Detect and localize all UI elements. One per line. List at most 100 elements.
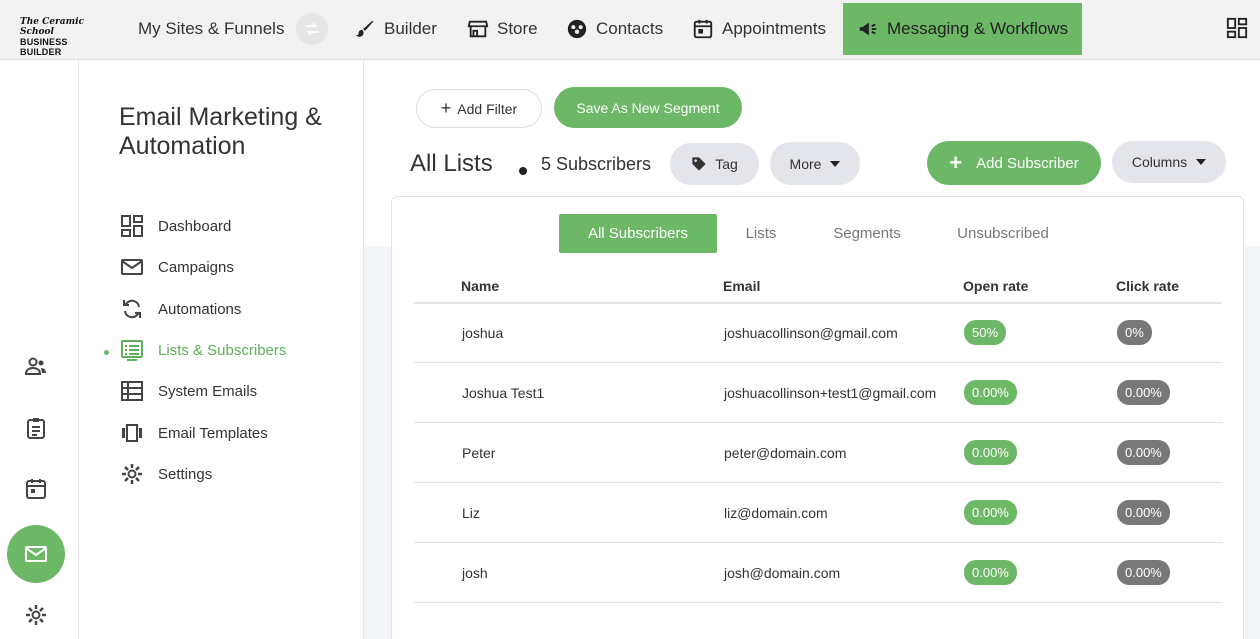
column-header-open-rate[interactable]: Open rate [963,278,1028,294]
table-row[interactable]: joshua joshuacollinson@gmail.com 50% 0% [414,303,1222,363]
clipboard-icon[interactable] [24,416,48,440]
click-rate-cell: 0.00% [1117,543,1170,602]
subscriber-name[interactable]: Liz [462,483,480,542]
click-rate-cell: 0.00% [1117,363,1170,422]
tab-lists[interactable]: Lists [729,214,793,253]
email-marketing-sidebar: Email Marketing & Automation Dashboard C… [80,60,364,639]
icon-rail [0,60,79,639]
open-rate-cell: 0.00% [964,423,1017,482]
envelope-icon [121,259,143,275]
logo-subtext: BUSINESS BUILDER [20,37,68,57]
open-rate-cell: 0.00% [964,363,1017,422]
click-rate-badge: 0.00% [1117,380,1170,405]
sidebar-item-dashboard[interactable]: Dashboard [120,213,231,239]
table-row[interactable]: Peter peter@domain.com 0.00% 0.00% [414,423,1222,483]
list-icon [121,340,143,361]
add-filter-label: Add Filter [457,100,518,117]
nav-messaging-label: Messaging & Workflows [887,19,1069,38]
add-filter-button[interactable]: + Add Filter [416,89,542,128]
brand-logo[interactable]: The Ceramic School BUSINESS BUILDER [20,17,100,57]
subscriber-email: peter@domain.com [724,444,847,461]
swap-arrows-icon [305,22,320,36]
tag-button[interactable]: Tag [670,143,759,185]
users-circle-icon [567,19,587,39]
chevron-down-icon [830,160,841,167]
sidebar-item-label: Settings [158,465,213,483]
subscriber-email: josh@domain.com [724,564,841,581]
main-content: + Add Filter Save As New Segment All Lis… [364,60,1260,639]
sidebar-item-lists-subscribers[interactable]: Lists & Subscribers [120,337,286,363]
click-rate-badge: 0.00% [1117,440,1170,465]
tab-all-subscribers[interactable]: All Subscribers [559,214,717,253]
sidebar-item-label: Automations [158,300,242,318]
click-rate-cell: 0.00% [1117,483,1170,542]
calendar-icon [693,19,713,39]
nav-contacts-label: Contacts [596,19,664,38]
open-rate-cell: 50% [964,303,1007,362]
more-label: More [789,155,822,172]
tab-segments[interactable]: Segments [822,214,912,253]
sync-icon [123,299,141,319]
paintbrush-icon [355,20,374,37]
active-indicator-dot [104,350,109,355]
table-row[interactable]: josh josh@domain.com 0.00% 0.00% [414,543,1222,603]
subscribers-card: All Subscribers Lists Segments Unsubscri… [391,196,1244,639]
dashboard-grid-icon[interactable] [1226,17,1248,39]
subscriber-name[interactable]: josh [462,543,488,602]
subscriber-name[interactable]: joshua [462,303,503,362]
nav-store[interactable]: Store [467,3,538,55]
dashboard-icon [121,215,143,237]
click-rate-cell: 0.00% [1117,423,1170,482]
calendar-rail-icon[interactable] [24,477,48,501]
sidebar-item-automations[interactable]: Automations [120,296,241,322]
click-rate-badge: 0.00% [1117,500,1170,525]
column-header-email[interactable]: Email [723,278,760,294]
subscriber-email: joshuacollinson@gmail.com [724,324,898,341]
column-header-click-rate[interactable]: Click rate [1116,278,1179,294]
sidebar-item-campaigns[interactable]: Campaigns [120,254,234,280]
logo-script-text: The Ceramic School [20,17,84,37]
tab-unsubscribed[interactable]: Unsubscribed [948,214,1058,253]
save-segment-button[interactable]: Save As New Segment [554,87,742,128]
store-icon [467,20,489,38]
sidebar-item-label: Campaigns [158,258,234,276]
gear-rail-icon[interactable] [24,603,48,627]
nav-builder[interactable]: Builder [354,3,437,55]
carousel-icon [122,424,142,442]
plus-icon: + [440,98,452,118]
top-navigation-bar: The Ceramic School BUSINESS BUILDER My S… [0,0,1260,60]
table-row[interactable]: Joshua Test1 joshuacollinson+test1@gmail… [414,363,1222,423]
users-icon[interactable] [24,354,48,378]
subscriber-name[interactable]: Joshua Test1 [462,363,544,422]
email-rail-button[interactable] [7,525,65,583]
table-list-icon [121,381,143,401]
subscriber-count: 5 Subscribers [541,154,652,174]
nav-my-sites-funnels[interactable]: My Sites & Funnels [138,3,329,55]
nav-builder-label: Builder [384,19,437,38]
nav-contacts[interactable]: Contacts [566,3,663,55]
subscriber-name[interactable]: Peter [462,423,495,482]
nav-appointments[interactable]: Appointments [692,3,826,55]
column-header-name[interactable]: Name [461,278,499,294]
page-title: All Lists [410,150,493,177]
sidebar-item-system-emails[interactable]: System Emails [120,378,257,404]
sidebar-item-settings[interactable]: Settings [120,461,212,487]
columns-dropdown[interactable]: Columns [1112,141,1226,183]
add-subscriber-button[interactable]: + Add Subscriber [927,141,1101,185]
tag-icon [692,157,706,171]
add-subscriber-label: Add Subscriber [976,154,1079,172]
click-rate-cell: 0% [1117,303,1152,362]
open-rate-badge: 0.00% [964,380,1017,405]
open-rate-cell: 0.00% [964,543,1017,602]
click-rate-badge: 0.00% [1117,560,1170,585]
open-rate-badge: 0.00% [964,500,1017,525]
switch-site-button[interactable] [296,13,329,45]
more-dropdown[interactable]: More [770,142,860,185]
subscriber-email: liz@domain.com [724,504,828,521]
nav-messaging-workflows[interactable]: Messaging & Workflows [843,3,1082,55]
sidebar-item-email-templates[interactable]: Email Templates [120,420,268,446]
nav-store-label: Store [497,19,538,38]
nav-appointments-label: Appointments [722,19,826,38]
plus-icon: + [949,150,963,175]
table-row[interactable]: Liz liz@domain.com 0.00% 0.00% [414,483,1222,543]
